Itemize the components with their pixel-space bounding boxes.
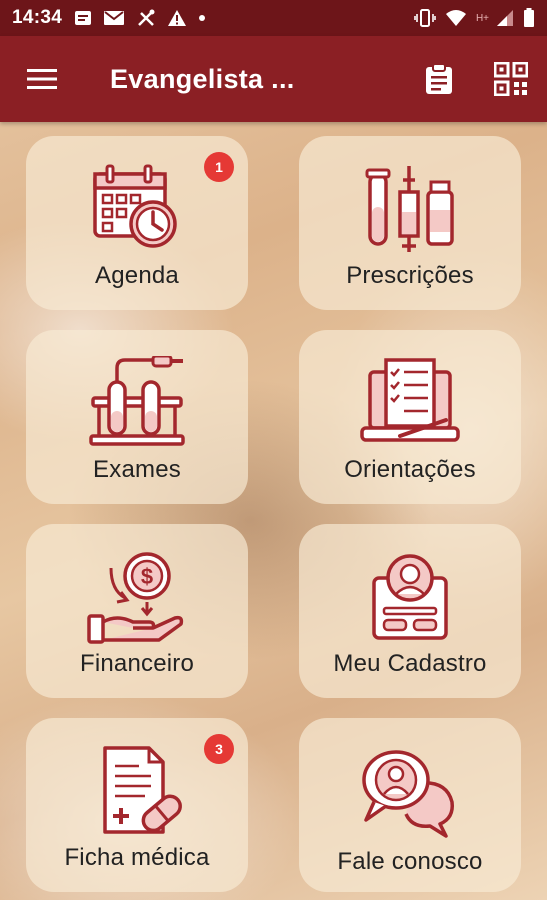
agenda-badge: 1 bbox=[204, 152, 234, 182]
medical-record-icon bbox=[103, 746, 182, 834]
laptop-checklist-icon bbox=[360, 358, 460, 442]
app-title: Evangelista ... bbox=[110, 63, 295, 94]
qr-code-icon bbox=[494, 62, 528, 96]
tile-label-meu-cadastro: Meu Cadastro bbox=[333, 650, 487, 677]
hamburger-icon bbox=[27, 69, 57, 89]
status-bar: 14:34 H+ bbox=[0, 0, 547, 36]
tile-label-agenda: Agenda bbox=[95, 262, 179, 289]
tile-financeiro[interactable]: $ Financeiro bbox=[26, 524, 248, 698]
tools-icon bbox=[136, 9, 156, 27]
tile-ficha-medica[interactable]: 3 Ficha médica bbox=[26, 718, 248, 892]
tile-label-exames: Exames bbox=[93, 456, 181, 483]
tile-meu-cadastro[interactable]: Meu Cadastro bbox=[299, 524, 521, 698]
network-hplus-icon: H+ bbox=[475, 12, 489, 24]
tile-label-prescricoes: Prescrições bbox=[346, 262, 474, 289]
tile-exames[interactable]: Exames bbox=[26, 330, 248, 504]
tile-label-orientacoes: Orientações bbox=[344, 456, 476, 483]
tile-agenda[interactable]: 1 Agenda bbox=[26, 136, 248, 310]
signal-icon bbox=[496, 9, 514, 27]
tile-prescricoes[interactable]: Prescrições bbox=[299, 136, 521, 310]
tile-fale-conosco[interactable]: Fale conosco bbox=[299, 718, 521, 892]
status-time: 14:34 bbox=[12, 7, 63, 28]
calendar-clock-icon bbox=[93, 164, 177, 248]
warning-icon bbox=[167, 9, 187, 27]
lab-rack-icon bbox=[89, 356, 185, 446]
clipboard-icon bbox=[426, 63, 452, 94]
tile-label-ficha-medica: Ficha médica bbox=[64, 844, 210, 871]
battery-icon bbox=[523, 8, 535, 28]
vibrate-icon bbox=[414, 9, 436, 27]
ficha-medica-badge: 3 bbox=[204, 734, 234, 764]
qr-code-button[interactable] bbox=[475, 36, 547, 122]
tile-label-financeiro: Financeiro bbox=[79, 650, 195, 677]
menu-button[interactable] bbox=[0, 36, 84, 122]
network-label: H+ bbox=[475, 12, 489, 24]
app-bar: Evangelista ... bbox=[0, 36, 547, 122]
chat-contact-icon bbox=[362, 750, 454, 838]
dot-icon bbox=[198, 14, 206, 22]
svg-text:$: $ bbox=[141, 564, 153, 589]
tile-orientacoes[interactable]: Orientações bbox=[299, 330, 521, 504]
test-tubes-syringe-icon bbox=[365, 166, 454, 252]
status-right-icons: H+ bbox=[414, 8, 535, 28]
money-hand-icon: $ bbox=[87, 552, 184, 644]
gmail-icon bbox=[103, 9, 125, 27]
clipboard-button[interactable] bbox=[403, 36, 475, 122]
tile-label-fale-conosco: Fale conosco bbox=[337, 848, 483, 875]
id-card-icon bbox=[372, 554, 448, 640]
notification-box-icon bbox=[74, 9, 92, 27]
status-left-icons bbox=[74, 9, 206, 27]
wifi-icon bbox=[445, 9, 467, 27]
